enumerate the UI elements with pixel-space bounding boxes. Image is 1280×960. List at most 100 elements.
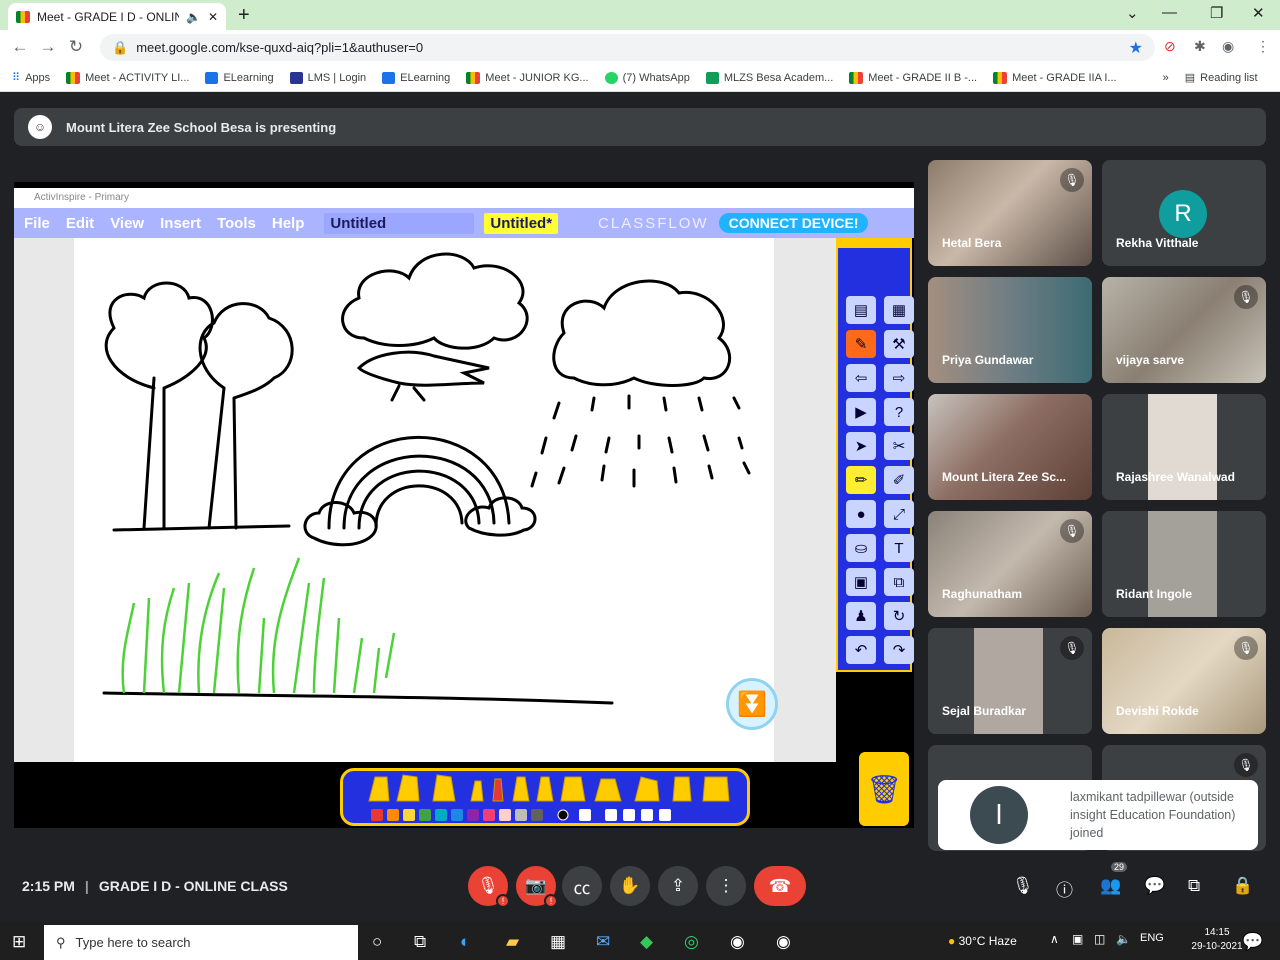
task-view-icon[interactable]: ⧉ (414, 932, 426, 952)
display-icon[interactable]: ◫ (1094, 932, 1105, 946)
mail-icon[interactable]: ✉ (596, 932, 610, 952)
menu-tools[interactable]: Tools (217, 215, 256, 232)
menu-help[interactable]: Help (272, 215, 305, 232)
mic-toggle-button[interactable]: 🎙! (468, 866, 510, 908)
revert-icon[interactable]: ↻ (884, 602, 914, 630)
pen-tool-icon[interactable]: ✏ (846, 466, 876, 494)
bookmark-item[interactable]: Meet - GRADE II B -... (849, 71, 977, 84)
extension-icon[interactable]: ⊘ (1164, 38, 1176, 55)
menu-insert[interactable]: Insert (160, 215, 201, 232)
pen-nib[interactable] (432, 774, 456, 802)
next-page-icon[interactable]: ⇨ (884, 364, 914, 392)
pen-nib[interactable] (634, 776, 660, 802)
chrome-active-icon[interactable]: ◉ (776, 932, 791, 952)
participant-tile[interactable]: 🎙 Sejal Buradkar (928, 628, 1092, 734)
color-white-4[interactable] (641, 809, 653, 821)
restore-icon[interactable]: ❐ (1210, 4, 1223, 22)
menu-edit[interactable]: Edit (66, 215, 94, 232)
participant-tile[interactable]: 🎙 Hetal Bera (928, 160, 1092, 266)
play-icon[interactable]: ▶ (846, 398, 876, 426)
network-icon[interactable]: ▣ (1072, 932, 1083, 946)
app-icon[interactable]: ◆ (640, 932, 653, 952)
color-yellow[interactable] (403, 809, 415, 821)
tool-settings-icon[interactable]: ⚒ (884, 330, 914, 358)
back-icon[interactable]: ← (6, 37, 34, 57)
kebab-menu-icon[interactable]: ⋮ (1256, 38, 1270, 55)
color-dark-gray[interactable] (531, 809, 543, 821)
info-icon[interactable]: ⓘ (1056, 876, 1073, 901)
participant-tile[interactable]: Priya Gundawar (928, 277, 1092, 383)
marker-tool-icon[interactable]: ✎ (846, 330, 876, 358)
bookmark-item[interactable]: Meet - GRADE IIA I... (993, 71, 1117, 84)
cortana-icon[interactable]: ○ (372, 932, 382, 952)
profile-icon[interactable]: ◉ (1222, 38, 1234, 55)
undo-icon[interactable]: ↶ (846, 636, 876, 664)
color-white-5[interactable] (659, 809, 671, 821)
participant-tile[interactable]: 🎙 Devishi Rokde (1102, 628, 1266, 734)
chevron-down-icon[interactable]: ⌄ (1126, 4, 1139, 22)
page-browser-icon[interactable]: ▤ (846, 296, 876, 324)
shape-tool-icon[interactable]: ● (846, 500, 876, 528)
pen-nib[interactable] (560, 776, 586, 802)
bookmark-item[interactable]: MLZS Besa Academ... (705, 71, 833, 84)
color-gray[interactable] (515, 809, 527, 821)
participant-tile[interactable]: Ridant Ingole (1102, 511, 1266, 617)
color-white-2[interactable] (605, 809, 617, 821)
participant-tile[interactable]: Rajashree Wanalwad (1102, 394, 1266, 500)
color-white[interactable] (579, 809, 591, 821)
taskbar-search[interactable]: ⚲ Type here to search (44, 925, 358, 960)
system-clock[interactable]: 14:15 29-10-2021 (1184, 926, 1250, 954)
pen-nib-red[interactable] (492, 778, 504, 802)
resource-icon[interactable]: ▦ (884, 296, 914, 324)
connector-icon[interactable]: ⤢ (884, 500, 914, 528)
bookmark-item[interactable]: LMS | Login (289, 71, 366, 84)
fold-toolbar-icon[interactable]: ⏬ (726, 678, 778, 730)
people-icon[interactable]: 👥 (1100, 876, 1121, 896)
prev-page-icon[interactable]: ⇦ (846, 364, 876, 392)
pen-nib[interactable] (368, 776, 390, 802)
camera-toggle-button[interactable]: 📷! (516, 866, 558, 908)
pen-nib[interactable] (536, 776, 554, 802)
color-cyan[interactable] (435, 809, 447, 821)
host-controls-icon[interactable]: 🎙 (1012, 876, 1034, 896)
color-white-3[interactable] (623, 809, 635, 821)
chrome-icon[interactable]: ◉ (730, 932, 745, 952)
star-icon[interactable]: ★ (1129, 38, 1143, 58)
file-tab-active[interactable]: Untitled* (484, 212, 559, 234)
bookmark-item[interactable]: Meet - JUNIOR KG... (466, 71, 589, 84)
screen-clip-icon[interactable]: ⧉ (884, 568, 914, 596)
forward-icon[interactable]: → (34, 37, 62, 57)
reading-list[interactable]: ▤ Reading list (1185, 71, 1258, 85)
menu-file[interactable]: File (24, 215, 50, 232)
store-icon[interactable]: ▦ (550, 932, 566, 952)
edge-icon[interactable]: ◐ (460, 932, 470, 952)
volume-icon[interactable]: 🔈 (1116, 932, 1131, 946)
color-green[interactable] (419, 809, 431, 821)
bookmark-item[interactable]: ELearning (205, 71, 274, 84)
pen-nib[interactable] (512, 776, 530, 802)
whatsapp-icon[interactable]: ◎ (684, 932, 699, 952)
connect-device-button[interactable]: CONNECT DEVICE! (718, 213, 869, 233)
trash-bin-icon[interactable]: 🗑 (859, 752, 909, 826)
activities-icon[interactable]: ⧉ (1188, 876, 1200, 896)
windows-start-icon[interactable]: ⊞ (12, 932, 26, 952)
help-bubble-icon[interactable]: ? (884, 398, 914, 426)
color-black[interactable] (557, 809, 569, 821)
fill-bucket-icon[interactable]: ⛀ (846, 534, 876, 562)
pen-nib[interactable] (396, 774, 420, 802)
color-purple[interactable] (467, 809, 479, 821)
color-pink[interactable] (483, 809, 495, 821)
color-orange[interactable] (387, 809, 399, 821)
chat-icon[interactable]: 💬 (1144, 876, 1165, 896)
bookmark-apps[interactable]: ⠿ Apps (12, 71, 50, 85)
present-button[interactable]: ⇪ (658, 866, 698, 906)
clapper-icon[interactable]: ▣ (846, 568, 876, 596)
more-bookmarks[interactable]: » (1163, 72, 1169, 84)
tray-chevron-icon[interactable]: ∧ (1050, 932, 1059, 946)
participant-tile[interactable]: R Rekha Vitthale (1102, 160, 1266, 266)
redo-icon[interactable]: ↷ (884, 636, 914, 664)
bookmark-item[interactable]: Meet - ACTIVITY LI... (66, 71, 189, 84)
raise-hand-button[interactable]: ✋ (610, 866, 650, 906)
bookmark-item[interactable]: (7) WhatsApp (604, 71, 690, 84)
file-tab-untitled[interactable]: Untitled (324, 212, 475, 234)
